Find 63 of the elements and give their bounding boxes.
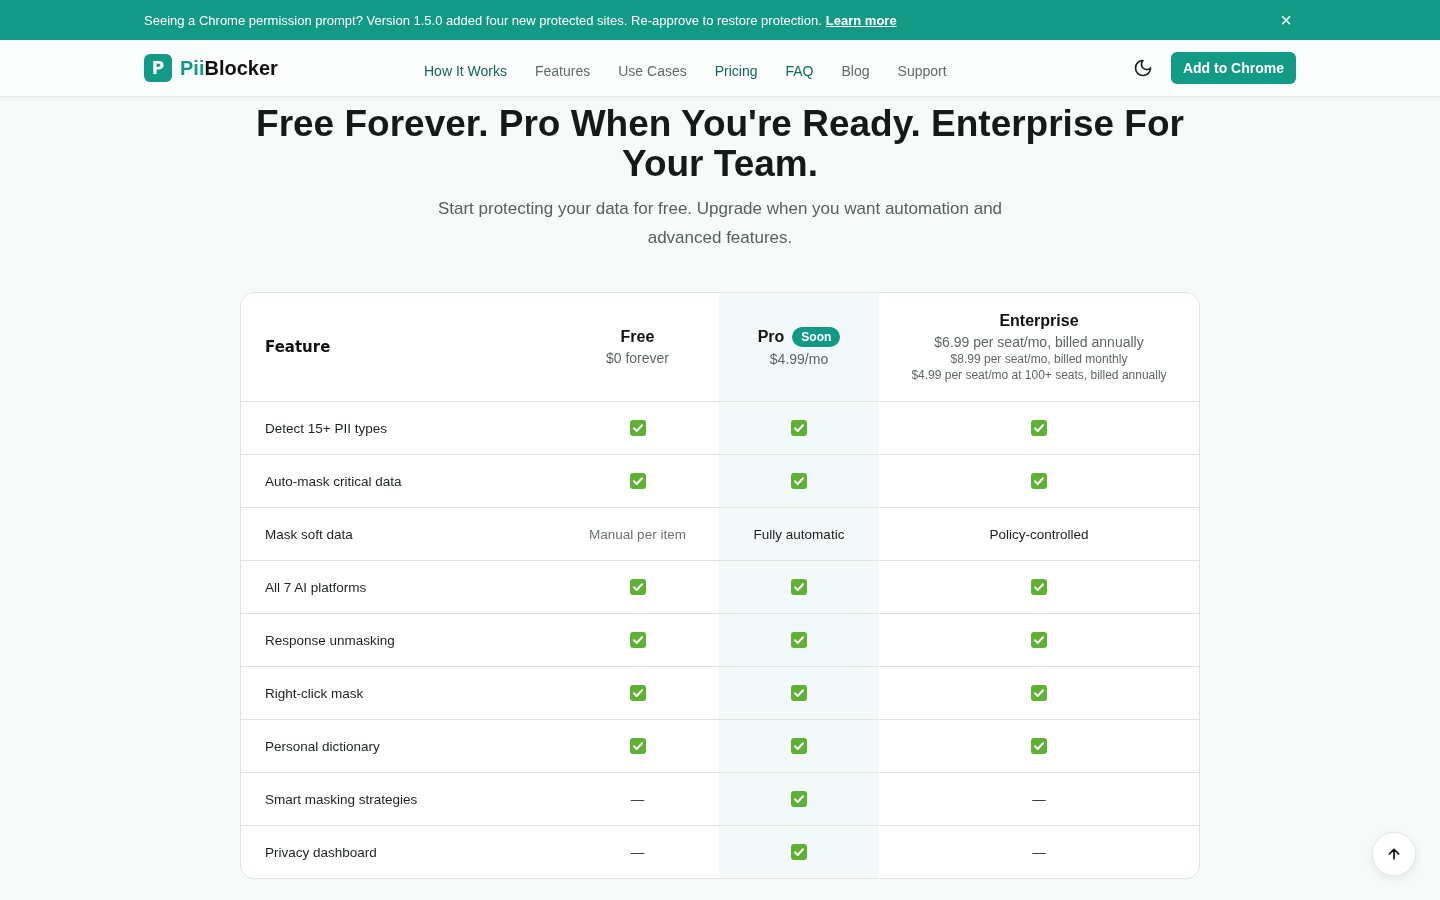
close-button[interactable]: ×: [1276, 9, 1296, 31]
nav-link[interactable]: Blog: [841, 63, 870, 79]
cell-text: —: [630, 791, 645, 807]
check-icon: [1031, 473, 1047, 489]
nav-link[interactable]: How It Works: [424, 63, 507, 79]
feature-name: Right-click mask: [265, 685, 364, 701]
plan-name: Free: [620, 328, 655, 346]
plan-price: $6.99 per seat/mo, billed annually: [934, 334, 1144, 350]
nav-link[interactable]: FAQ: [785, 63, 814, 79]
check-icon: [791, 420, 807, 436]
check-icon: [1031, 738, 1047, 754]
feature-name: Privacy dashboard: [265, 844, 377, 860]
feature-name: Smart masking strategies: [265, 791, 418, 807]
nav-link[interactable]: Pricing: [714, 63, 758, 79]
cell-text: —: [630, 844, 645, 860]
feature-name: Personal dictionary: [265, 738, 380, 754]
check-icon: [1031, 632, 1047, 648]
feature-name: Auto-mask critical data: [265, 473, 402, 489]
check-icon: [1031, 579, 1047, 595]
check-icon: [1031, 685, 1047, 701]
price-note: $4.99 per seat/mo at 100+ seats, billed annually: [911, 368, 1167, 382]
moon-icon[interactable]: [1132, 58, 1153, 78]
plan-price: $0 forever: [605, 350, 669, 366]
cell-text: Policy-controlled: [989, 526, 1089, 542]
column-heading: Feature: [265, 338, 331, 356]
cell-text: Manual per item: [589, 526, 686, 542]
arrow-up-icon: [1386, 846, 1402, 862]
banner-message: Seeing a Chrome permission prompt? Version 1.5.0 added four new protected sites. Re-approve to restore protection.: [144, 12, 822, 28]
check-icon: [629, 473, 646, 489]
price-note: $8.99 per seat/mo, billed monthly: [950, 352, 1128, 366]
learn-more-link[interactable]: Learn more: [825, 12, 897, 28]
cell-text: —: [1032, 791, 1046, 807]
feature-name: Mask soft data: [265, 526, 353, 542]
page-heading: Free Forever. Pro When You're Ready. Enterprise For Your Team.: [255, 104, 1185, 184]
logo-mark[interactable]: P: [144, 54, 172, 82]
check-icon: [791, 791, 807, 807]
check-icon: [791, 685, 807, 701]
check-icon: [791, 579, 807, 595]
check-icon: [791, 738, 807, 754]
check-icon: [629, 579, 646, 595]
check-icon: [1031, 420, 1047, 436]
check-icon: [629, 685, 646, 701]
cell-text: —: [1032, 844, 1046, 860]
plan-name: Pro: [757, 328, 785, 346]
feature-name: Detect 15+ PII types: [265, 420, 387, 436]
nav-link[interactable]: Support: [897, 63, 947, 79]
check-icon: [629, 420, 646, 436]
feature-name: All 7 AI platforms: [265, 579, 367, 595]
nav-link[interactable]: Use Cases: [618, 63, 687, 79]
check-icon: [791, 473, 807, 489]
add-to-chrome-button[interactable]: Add to Chrome: [1170, 52, 1296, 84]
feature-name: Response unmasking: [265, 632, 395, 648]
page-subtitle: Start protecting your data for free. Upgrade when you want automation and advanced features.: [436, 198, 1004, 249]
brand-name[interactable]: PiiBlocker: [180, 56, 278, 80]
plan-price: $4.99/mo: [769, 351, 829, 367]
soon-badge: Soon: [792, 327, 841, 347]
nav-link[interactable]: Features: [535, 63, 591, 79]
check-icon: [791, 844, 807, 860]
check-icon: [629, 738, 646, 754]
check-icon: [791, 632, 807, 648]
cell-text: Fully automatic: [753, 526, 845, 542]
plan-name: Enterprise: [999, 312, 1079, 330]
check-icon: [629, 632, 646, 648]
